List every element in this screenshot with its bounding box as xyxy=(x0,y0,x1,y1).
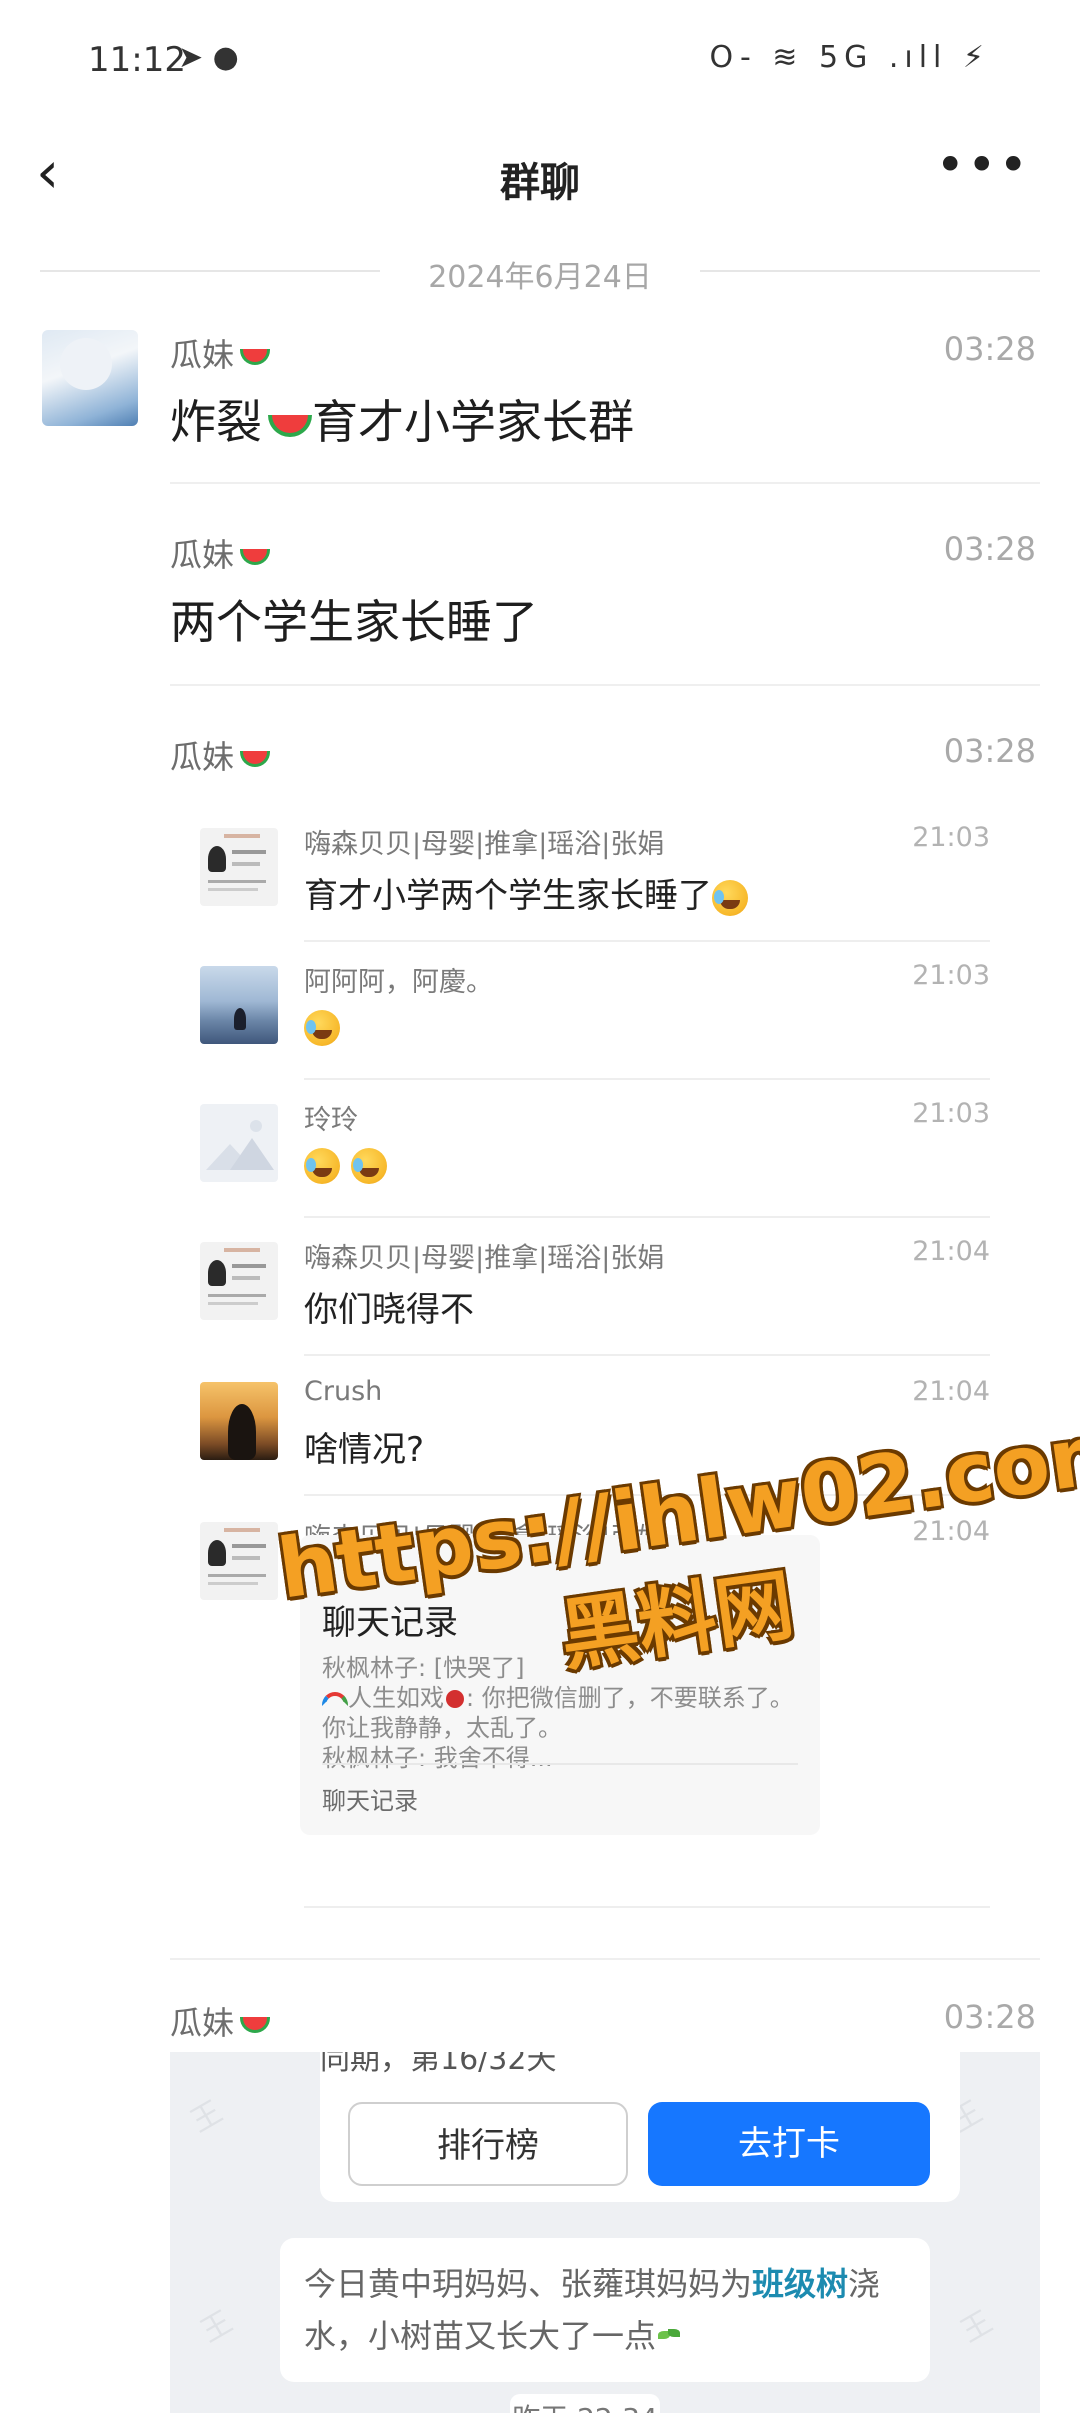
class-tree-link[interactable]: 班级树 xyxy=(752,2265,848,2303)
forwarded-message[interactable]: 嗨森贝贝|母婴|推拿|瑶浴|张娟 21:03 育才小学两个学生家长睡了 xyxy=(200,822,1010,952)
avatar xyxy=(200,966,278,1044)
forwarded-time: 21:03 xyxy=(912,960,990,991)
forwarded-text xyxy=(304,1144,387,1184)
message-time: 03:28 xyxy=(943,732,1036,770)
chat-record-footer: 聊天记录 xyxy=(322,1787,418,1815)
avatar[interactable] xyxy=(42,330,138,426)
sender-name: 瓜妹 xyxy=(170,530,271,576)
avatar xyxy=(200,1104,278,1182)
laugh-cry-emoji xyxy=(304,1009,340,1046)
forwarded-sender: 嗨森贝贝|母婴|推拿|瑶浴|张娟 xyxy=(304,829,665,860)
timestamp-label: 昨天 22:34 xyxy=(510,2394,660,2413)
forwarded-time: 21:03 xyxy=(912,822,990,853)
message[interactable]: 瓜妹 03:28 xyxy=(170,1998,1040,2048)
sender-name: 瓜妹 xyxy=(170,732,271,778)
notice-card: 今日黄中玥妈妈、张蕹琪妈妈为班级树浇水，小树苗又长大了一点 xyxy=(280,2238,930,2382)
notification-icons: ➤ ● xyxy=(178,40,239,75)
page-title: 群聊 xyxy=(500,160,580,206)
forwarded-time: 21:04 xyxy=(912,1236,990,1267)
forwarded-sender: 玲玲 xyxy=(304,1105,358,1136)
divider xyxy=(304,940,990,942)
avatar xyxy=(200,828,278,906)
laugh-cry-emoji xyxy=(712,879,748,916)
date-label: 2024年6月24日 xyxy=(408,260,672,295)
message-time: 03:28 xyxy=(943,330,1036,368)
message-text: 两个学生家长睡了 xyxy=(170,595,538,649)
message-text: 炸裂 育才小学家长群 xyxy=(170,395,634,449)
message[interactable]: 瓜妹 03:28 炸裂 育才小学家长群 xyxy=(170,330,1040,450)
progress-text: 同期，第16/32天 xyxy=(320,2052,557,2077)
watermelon-icon xyxy=(240,2017,271,2033)
avatar xyxy=(200,1522,278,1600)
forwarded-sender: 阿阿阿，阿慶。 xyxy=(304,967,493,998)
sender-name: 瓜妹 xyxy=(170,1998,271,2044)
checkin-button[interactable]: 去打卡 xyxy=(648,2102,930,2186)
forwarded-sender: 嗨森贝贝|母婴|推拿|瑶浴|张娟 xyxy=(304,1243,665,1274)
forwarded-sender: Crush xyxy=(304,1376,383,1407)
divider xyxy=(170,684,1040,686)
screenshot-image[interactable]: 王 王 王 王 同期，第16/32天 排行榜 去打卡 今日黄中玥妈妈、张蕹琪妈妈… xyxy=(170,2052,1040,2413)
forwarded-time: 21:03 xyxy=(912,1098,990,1129)
divider xyxy=(322,1763,798,1765)
sprout-icon xyxy=(656,2327,682,2349)
watermelon-icon xyxy=(240,549,271,565)
forwarded-text xyxy=(304,1006,340,1046)
divider xyxy=(170,1958,1040,1960)
watermelon-icon xyxy=(240,751,271,767)
forwarded-message[interactable]: 玲玲 21:03 xyxy=(200,1098,1010,1228)
status-time: 11:12 xyxy=(88,40,186,80)
avatar xyxy=(200,1242,278,1320)
divider xyxy=(304,1354,990,1356)
status-bar: 11:12 ➤ ● O- ≋ 5G .ıll ⚡ xyxy=(0,0,1080,120)
forwarded-text: 你们晓得不 xyxy=(304,1290,474,1330)
chat-record-line: 秋枫林子: 我舍不得... xyxy=(322,1744,553,1772)
nav-bar: ‹ 群聊 ••• xyxy=(0,120,1080,230)
message-time: 03:28 xyxy=(943,530,1036,568)
watermelon-icon xyxy=(268,414,312,437)
message[interactable]: 瓜妹 03:28 xyxy=(170,732,1040,792)
divider xyxy=(304,1078,990,1080)
divider xyxy=(170,482,1040,484)
sender-name: 瓜妹 xyxy=(170,330,271,376)
date-separator: 2024年6月24日 xyxy=(40,250,1040,295)
message-time: 03:28 xyxy=(943,1998,1036,2036)
laugh-cry-emoji xyxy=(350,1147,387,1184)
status-icons: O- ≋ 5G .ıll ⚡ xyxy=(709,40,990,75)
divider xyxy=(304,1216,990,1218)
avatar xyxy=(200,1382,278,1460)
divider xyxy=(304,1906,990,1908)
laugh-cry-emoji xyxy=(304,1147,340,1184)
more-icon[interactable]: ••• xyxy=(936,136,1030,194)
forwarded-text: 育才小学两个学生家长睡了 xyxy=(304,868,748,917)
leaderboard-button[interactable]: 排行榜 xyxy=(348,2102,628,2186)
forwarded-message[interactable]: 阿阿阿，阿慶。 21:03 xyxy=(200,960,1010,1090)
watermelon-icon xyxy=(240,349,271,365)
forwarded-message[interactable]: 嗨森贝贝|母婴|推拿|瑶浴|张娟 21:04 你们晓得不 xyxy=(200,1236,1010,1366)
message[interactable]: 瓜妹 03:28 两个学生家长睡了 xyxy=(170,530,1040,650)
